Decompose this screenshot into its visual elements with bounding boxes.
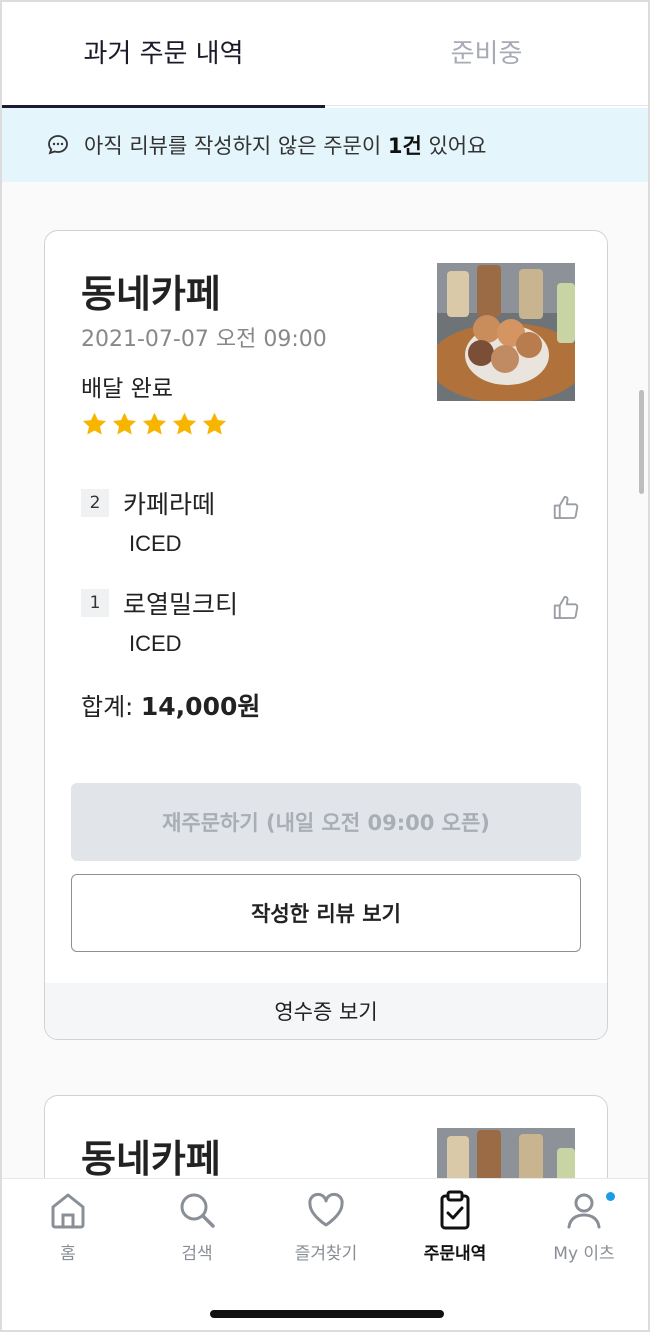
thumbs-up-icon[interactable] xyxy=(551,493,581,523)
nav-my-eats[interactable]: My 이츠 xyxy=(524,1189,644,1264)
view-review-button[interactable]: 작성한 리뷰 보기 xyxy=(71,874,581,952)
view-receipt-button[interactable]: 영수증 보기 xyxy=(45,983,607,1039)
thumbs-up-icon[interactable] xyxy=(551,593,581,623)
nav-search[interactable]: 검색 xyxy=(137,1189,257,1264)
scrollbar[interactable] xyxy=(639,390,644,494)
review-reminder-banner[interactable]: 아직 리뷰를 작성하지 않은 주문이 1건 있어요 xyxy=(2,108,648,182)
banner-count: 1건 xyxy=(387,134,422,158)
star-icon xyxy=(142,412,167,435)
item-quantity: 1 xyxy=(81,589,109,617)
home-indicator[interactable] xyxy=(210,1310,444,1318)
notification-dot xyxy=(606,1192,615,1201)
item-name: 로열밀크티 xyxy=(123,590,239,619)
bottom-navigation: 홈 검색 즐겨찾기 주문내역 My 이츠 xyxy=(2,1178,648,1330)
nav-favorites[interactable]: 즐겨찾기 xyxy=(266,1189,386,1264)
star-icon xyxy=(112,412,137,435)
nav-label: My 이츠 xyxy=(553,1244,615,1264)
tab-preparing[interactable]: 준비중 xyxy=(325,2,648,108)
banner-suffix: 있어요 xyxy=(421,134,487,158)
user-icon xyxy=(567,1193,601,1229)
app-frame: 과거 주문 내역 준비중 아직 리뷰를 작성하지 않은 주문이 1건 있어요 동… xyxy=(0,0,650,1332)
item-option: ICED xyxy=(129,631,182,656)
star-icon xyxy=(172,412,197,435)
chat-bubble-icon xyxy=(48,135,68,155)
order-item: 1 로열밀크티 ICED xyxy=(81,583,581,663)
reorder-button[interactable]: 재주문하기 (내일 오전 09:00 오픈) xyxy=(71,783,581,861)
tab-label: 준비중 xyxy=(450,38,523,69)
banner-prefix: 아직 리뷰를 작성하지 않은 주문이 xyxy=(84,134,388,158)
nav-label: 홈 xyxy=(60,1244,76,1264)
order-total: 합계: 14,000원 xyxy=(81,687,260,723)
total-value: 14,000원 xyxy=(140,692,261,721)
order-card[interactable]: 동네카페 2021-07-07 오전 09:00 배달 완료 2 카페라떼 IC… xyxy=(44,230,608,1040)
tab-past-orders[interactable]: 과거 주문 내역 xyxy=(2,2,325,108)
item-option: ICED xyxy=(129,531,182,556)
search-icon xyxy=(180,1193,215,1228)
rating-stars xyxy=(81,411,228,438)
star-icon xyxy=(202,412,227,435)
tab-divider xyxy=(325,105,648,106)
order-datetime: 2021-07-07 오전 09:00 xyxy=(81,327,327,352)
tab-label: 과거 주문 내역 xyxy=(83,38,244,69)
nav-label: 검색 xyxy=(181,1244,213,1264)
nav-label: 주문내역 xyxy=(423,1244,487,1264)
total-label: 합계: xyxy=(81,693,134,721)
order-item: 2 카페라떼 ICED xyxy=(81,483,581,563)
store-name[interactable]: 동네카페 xyxy=(81,263,221,318)
clipboard-check-icon xyxy=(440,1190,470,1230)
nav-home[interactable]: 홈 xyxy=(8,1189,128,1264)
store-thumbnail[interactable] xyxy=(437,263,575,401)
order-status: 배달 완료 xyxy=(81,376,173,402)
item-quantity: 2 xyxy=(81,489,109,517)
star-icon xyxy=(82,412,107,435)
order-tabs: 과거 주문 내역 준비중 xyxy=(2,2,648,108)
banner-text: 아직 리뷰를 작성하지 않은 주문이 1건 있어요 xyxy=(84,130,486,160)
home-icon xyxy=(51,1193,85,1229)
heart-icon xyxy=(308,1192,344,1227)
nav-orders[interactable]: 주문내역 xyxy=(395,1189,515,1264)
item-name: 카페라떼 xyxy=(123,490,216,519)
nav-label: 즐겨찾기 xyxy=(294,1244,358,1264)
store-name[interactable]: 동네카페 xyxy=(81,1128,221,1183)
